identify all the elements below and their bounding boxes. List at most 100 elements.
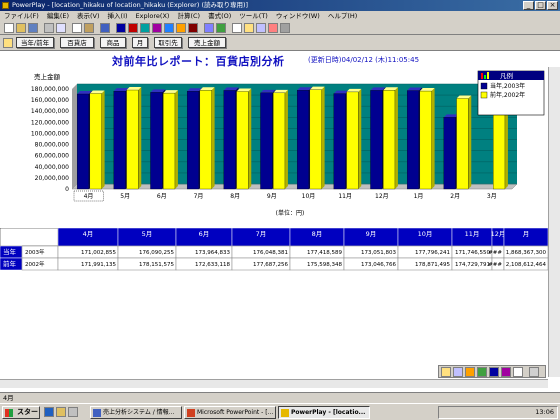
dimension-store[interactable]: 百貨店 [60,37,94,48]
exception-icon[interactable] [268,23,278,33]
explain-icon[interactable] [453,367,463,377]
column-header-label: 7月 [256,230,267,238]
paste-icon[interactable] [84,23,94,33]
chart-area[interactable]: 0 20,000,000 40,000,000 60,000,000 80,000,00… [0,67,560,225]
bar-8月-前年,2002年 [236,91,249,190]
menu-window[interactable]: ウィンドウ(W) [272,11,324,21]
table-cell-value: 1,868,367,300 [506,250,547,256]
task-label: Microsoft PowerPoint - [... [197,409,274,416]
menu-edit[interactable]: 編集(E) [43,11,73,21]
close-button[interactable]: × [547,1,558,10]
task-sales-system[interactable]: 売上分析システム / 情報... [90,406,182,419]
menu-tools[interactable]: ツール(T) [235,11,272,21]
preview-icon[interactable] [56,23,66,33]
bar-8月-当年,2003年 [223,90,236,190]
filter-icon[interactable] [232,23,242,33]
menu-view[interactable]: 表示(V) [73,11,104,21]
cube-swap-icon[interactable] [529,367,539,377]
task-label: 売上分析システム / 情報... [103,409,175,416]
crosstab-grid[interactable]: 4月 5月 6月 7月 8月 9月 10月 11月 12月 月当年 2003年 171,002,855… [0,227,549,274]
crosstab-table[interactable]: 4月 5月 6月 7月 8月 9月 10月 11月 12月 月当年 2003年 171,002,855… [0,227,549,274]
bar-chart-icon[interactable] [128,23,138,33]
dimension-year[interactable]: 当年/前年 [16,37,54,48]
bar-12月-前年,2002年 [383,90,396,190]
undo-icon[interactable] [100,23,110,33]
bar-side [358,88,362,189]
explorer-icon[interactable] [56,407,66,417]
menu-calculate[interactable]: 計算(C) [173,11,204,21]
table-cell-value: 174,729,791 [455,262,490,268]
drill-down-icon[interactable] [465,367,475,377]
dimension-supplier[interactable]: 取引先 [154,37,182,48]
task-label: PowerPlay - [locatio... [291,409,366,416]
open-icon[interactable] [16,23,26,33]
table-view-icon[interactable] [116,23,126,33]
maximize-button[interactable]: □ [535,1,546,10]
desktop-icon[interactable] [68,407,78,417]
stacked-chart-icon[interactable] [176,23,186,33]
dimension-product[interactable]: 商品 [100,37,126,48]
print-icon[interactable] [44,23,54,33]
swap-icon[interactable] [501,367,511,377]
clock: 13:06 [535,408,554,416]
vertical-scrollbar[interactable] [548,67,560,377]
pie-chart-icon[interactable] [140,23,150,33]
start-button[interactable]: スタート [2,406,40,419]
menu-help[interactable]: ヘルプ(H) [324,11,361,21]
column-header-label: 4月 [83,230,94,238]
toolbar [0,21,560,35]
horizontal-scrollbar[interactable] [0,379,548,388]
scatter-chart-icon[interactable] [204,23,214,33]
area-chart-icon[interactable] [164,23,174,33]
ie-icon[interactable] [44,407,54,417]
task-powerpoint[interactable]: Microsoft PowerPoint - [... [184,406,276,419]
correlation-icon[interactable] [216,23,226,33]
new-icon[interactable] [4,23,14,33]
status-bar: 4月 [0,392,560,403]
column-header-label: 11月 [465,230,480,238]
bar-4月-当年,2003年 [76,93,90,190]
table-cell-value: 173,046,766 [361,262,396,268]
3d-chart-icon[interactable] [188,23,198,33]
y-tick-label: 20,000,000 [35,175,70,182]
save-icon[interactable] [28,23,38,33]
legend-swatch [480,91,488,99]
help-icon[interactable] [280,23,290,33]
status-text: 4月 [3,394,14,402]
zero-suppress-icon[interactable] [489,367,499,377]
menu-insert[interactable]: 挿入(I) [104,11,132,21]
column-header-label: 12月 [491,230,506,238]
menu-format[interactable]: 書式(O) [204,11,235,21]
bar-side [101,90,105,189]
cube-icon[interactable] [513,367,523,377]
bar-4月-前年,2002年 [89,93,102,190]
analysis-tool-icon[interactable] [441,367,451,377]
menu-file[interactable]: ファイル(F) [0,11,43,21]
table-cell-value: 176,090,255 [139,250,174,256]
menu-explore[interactable]: Explore(X) [132,11,174,21]
x-tick-label: 8月 [230,193,240,200]
table-cell-value: 173,051,803 [361,250,396,256]
task-powerplay[interactable]: PowerPlay - [locatio... [278,406,370,419]
column-header-label: 9月 [366,230,377,238]
table-cell-value: 171,746,550 [455,250,490,256]
column-header-label: 8月 [312,230,323,238]
minimize-button[interactable]: _ [523,1,534,10]
sort-icon[interactable] [244,23,254,33]
bar-5月-前年,2002年 [126,89,139,190]
bar-chart[interactable]: 0 20,000,000 40,000,000 60,000,000 80,000,00… [0,67,548,225]
line-chart-icon[interactable] [152,23,162,33]
drill-up-icon[interactable] [477,367,487,377]
legend-icon-bar [484,75,486,79]
row-subheader-label: 2002年 [25,260,45,268]
app-icon [93,409,101,417]
dimension-measure[interactable]: 売上金額 [188,37,226,48]
copy-icon[interactable] [72,23,82,33]
dimension-month[interactable]: 月 [132,37,148,48]
rank-icon[interactable] [256,23,266,33]
x-tick-label: 4月 [84,193,94,200]
dimension-viewer-icon[interactable] [3,38,13,48]
bar-6月-当年,2003年 [150,92,163,190]
bar-side [431,88,435,189]
y-tick-label: 40,000,000 [35,164,70,171]
